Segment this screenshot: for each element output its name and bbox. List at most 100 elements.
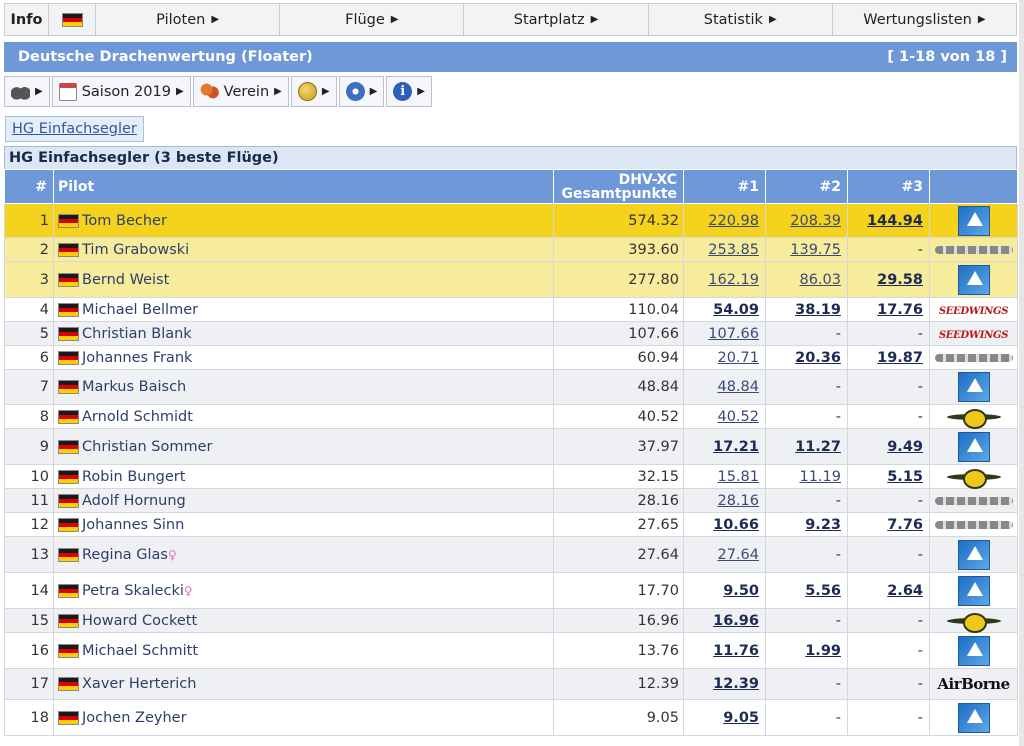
flight-1-link[interactable]: 11.76 [713, 643, 759, 659]
col-flight-2[interactable]: #2 [765, 169, 848, 204]
table-row: 15 Howard Cockett 16.96 16.96 - - [4, 608, 1018, 633]
flight-3-cell: - [847, 536, 930, 573]
flight-1-link[interactable]: 48.84 [717, 379, 759, 395]
flight-1-link[interactable]: 28.16 [717, 493, 759, 509]
flight-2-link[interactable]: 20.36 [795, 350, 841, 366]
flight-1-link[interactable]: 12.39 [713, 676, 759, 692]
pilot-link[interactable]: Arnold Schmidt [82, 409, 193, 425]
language-flag-button[interactable] [49, 4, 96, 35]
pilot-link[interactable]: Markus Baisch [82, 379, 186, 395]
season-selector[interactable]: Saison 2019 ▶ [51, 76, 191, 107]
caret-right-icon: ▶ [369, 86, 378, 97]
pilot-link[interactable]: Michael Bellmer [82, 302, 198, 318]
german-flag-icon [58, 677, 79, 691]
table-row: 1 Tom Becher 574.32 220.98 208.39 144.94 [4, 203, 1018, 238]
pilot-link[interactable]: Christian Blank [82, 326, 192, 342]
pilot-link[interactable]: Johannes Frank [82, 350, 192, 366]
search-filter-button[interactable]: ▶ [4, 76, 50, 107]
pilot-link[interactable]: Michael Schmitt [82, 643, 198, 659]
flight-1-link[interactable]: 253.85 [708, 242, 759, 258]
settings-button[interactable]: ▶ [338, 76, 385, 107]
flight-1-link[interactable]: 9.05 [723, 710, 759, 726]
flight-1-link[interactable]: 20.71 [717, 350, 759, 366]
flight-2-link[interactable]: 11.27 [795, 439, 841, 455]
flight-3-link: - [917, 612, 923, 629]
flight-1-link[interactable]: 220.98 [708, 213, 759, 229]
seedwings-logo-icon: SEEDWINGS [938, 305, 1009, 317]
region-selector[interactable]: ▶ [290, 76, 337, 107]
pilot-link[interactable]: Howard Cockett [82, 613, 197, 629]
flight-1-link[interactable]: 107.66 [708, 326, 759, 342]
rank-cell: 2 [4, 237, 54, 262]
flight-1-link[interactable]: 16.96 [713, 613, 759, 629]
pilot-link[interactable]: Christian Sommer [82, 439, 212, 455]
rank-cell: 6 [4, 345, 54, 370]
menu-label: Statistik [703, 11, 763, 28]
flight-2-link[interactable]: 208.39 [790, 213, 841, 229]
table-row: 18 Jochen Zeyher 9.05 9.05 - - [4, 699, 1018, 736]
flight-3-link[interactable]: 29.58 [877, 272, 923, 288]
german-flag-icon [58, 710, 79, 725]
col-rank[interactable]: # [4, 169, 54, 204]
menu-startplatz[interactable]: Startplatz ▶ [464, 4, 649, 35]
flight-3-link[interactable]: 5.15 [887, 469, 923, 485]
flight-3-link[interactable]: 17.76 [877, 302, 923, 318]
total-points-cell: 13.76 [553, 632, 684, 669]
flight-2-link[interactable]: 9.23 [805, 517, 841, 533]
info-button[interactable]: i ▶ [386, 76, 432, 107]
pilot-link[interactable]: Regina Glas [82, 547, 168, 563]
flight-3-link[interactable]: 9.49 [887, 439, 923, 455]
col-pilot[interactable]: Pilot [53, 169, 554, 204]
menu-wertungslisten[interactable]: Wertungslisten ▶ [833, 4, 1016, 35]
club-selector[interactable]: Verein ▶ [192, 76, 289, 107]
aeros-logo-icon [957, 205, 990, 236]
german-flag-icon [58, 409, 79, 424]
flight-2-link[interactable]: 11.19 [799, 469, 841, 485]
menu-fluege[interactable]: Flüge ▶ [280, 4, 465, 35]
scrollbar[interactable] [1019, 0, 1024, 746]
flight-2-link[interactable]: 1.99 [805, 643, 841, 659]
col-total[interactable]: DHV-XC Gesamtpunkte [553, 169, 684, 204]
flight-1-cell: 107.66 [683, 321, 766, 346]
flight-3-cell: 19.87 [847, 345, 930, 370]
pilot-link[interactable]: Robin Bungert [82, 469, 185, 485]
manufacturer-logo-cell [929, 699, 1018, 736]
rank-cell: 3 [4, 261, 54, 298]
flight-1-link[interactable]: 17.21 [713, 439, 759, 455]
pilot-link[interactable]: Tom Becher [82, 213, 167, 229]
flight-3-cell: 9.49 [847, 428, 930, 465]
col-flight-1[interactable]: #1 [683, 169, 766, 204]
flight-2-cell: 9.23 [765, 512, 848, 537]
pilot-link[interactable]: Johannes Sinn [82, 517, 184, 533]
flight-2-link[interactable]: 5.56 [805, 583, 841, 599]
flight-1-link[interactable]: 54.09 [713, 302, 759, 318]
flight-1-link[interactable]: 9.50 [723, 583, 759, 599]
category-link[interactable]: HG Einfachsegler [5, 116, 144, 142]
flight-1-link[interactable]: 27.64 [717, 547, 759, 563]
pilot-cell: Tom Becher [53, 203, 554, 238]
flight-2-link[interactable]: 38.19 [795, 302, 841, 318]
flight-3-link[interactable]: 19.87 [877, 350, 923, 366]
pilot-link[interactable]: Tim Grabowski [82, 242, 189, 258]
flight-3-link[interactable]: 7.76 [887, 517, 923, 533]
col-flight-3[interactable]: #3 [847, 169, 930, 204]
flight-2-link[interactable]: 86.03 [799, 272, 841, 288]
pilot-link[interactable]: Petra Skalecki [82, 583, 184, 599]
flight-3-link: - [917, 379, 923, 395]
flight-2-link[interactable]: 139.75 [790, 242, 841, 258]
flight-1-link[interactable]: 40.52 [717, 409, 759, 425]
flight-3-link: - [917, 709, 923, 726]
pilot-link[interactable]: Xaver Herterich [82, 676, 196, 692]
menu-statistik[interactable]: Statistik ▶ [649, 4, 833, 35]
flight-3-link[interactable]: 2.64 [887, 583, 923, 599]
info-menu[interactable]: Info [5, 4, 49, 35]
caret-right-icon: ▶ [590, 14, 599, 25]
pilot-link[interactable]: Adolf Hornung [82, 493, 186, 509]
pilot-link[interactable]: Bernd Weist [82, 272, 169, 288]
flight-3-link[interactable]: 144.94 [867, 213, 923, 229]
flight-1-link[interactable]: 162.19 [708, 272, 759, 288]
menu-piloten[interactable]: Piloten ▶ [96, 4, 281, 35]
flight-1-link[interactable]: 15.81 [717, 469, 759, 485]
pilot-link[interactable]: Jochen Zeyher [82, 710, 187, 726]
flight-1-link[interactable]: 10.66 [713, 517, 759, 533]
